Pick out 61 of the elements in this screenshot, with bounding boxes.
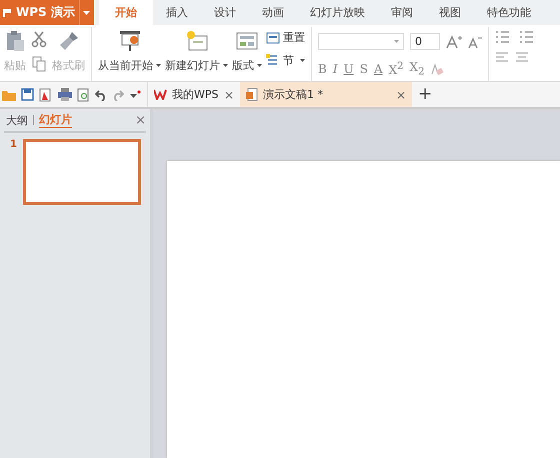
clipboard-icon [5, 30, 25, 52]
menu-tab[interactable]: 特色功能 [474, 0, 544, 25]
clear-format-icon[interactable] [430, 62, 444, 76]
font-name-field[interactable] [318, 33, 404, 50]
align-left-icon[interactable] [495, 51, 509, 63]
close-tab-button[interactable]: × [224, 88, 234, 102]
close-panel-button[interactable]: × [135, 112, 146, 128]
format-button[interactable]: B [318, 62, 327, 76]
layout-icon [235, 30, 259, 52]
save-icon[interactable] [21, 88, 34, 101]
print-icon[interactable] [58, 88, 72, 101]
section-icon [266, 54, 280, 67]
caret-icon [156, 64, 161, 68]
undo-icon[interactable] [95, 88, 107, 100]
format-button[interactable]: A [374, 62, 383, 76]
shrink-font-icon[interactable] [468, 34, 482, 48]
document-tab[interactable]: 我的WPS × [148, 82, 240, 107]
caret-icon [300, 59, 305, 62]
menu-tab[interactable]: 审阅 [378, 0, 426, 25]
menu-tab[interactable]: 设计 [200, 0, 249, 25]
grow-font-icon[interactable] [446, 34, 462, 48]
folder-icon[interactable] [2, 88, 16, 100]
copy-icon[interactable] [31, 56, 47, 72]
slide-command-button[interactable]: 版式 [232, 27, 262, 73]
section-button[interactable]: 节 [266, 53, 305, 68]
print-preview-icon[interactable] [77, 88, 90, 102]
caret-icon [223, 64, 228, 68]
new-slide-icon [184, 30, 208, 52]
slide-number: 1 [10, 139, 17, 152]
slide-thumbnail[interactable] [22, 139, 141, 205]
pdf-icon[interactable] [39, 88, 53, 102]
menu-tab[interactable]: 动画 [248, 0, 297, 25]
format-button[interactable]: S [360, 62, 368, 76]
caret-icon [257, 64, 262, 68]
format-button[interactable]: X$_{2}$ [410, 60, 424, 78]
font-size-field[interactable]: 0 [410, 33, 440, 50]
scissors-icon[interactable] [30, 30, 48, 48]
menu-tab[interactable]: 视图 [426, 0, 474, 25]
caret-icon [394, 40, 399, 43]
new-tab-button[interactable]: + [418, 86, 432, 103]
sidebar-tab[interactable]: 大纲 [6, 112, 28, 128]
menu-tab[interactable]: 幻灯片放映 [296, 0, 378, 25]
customize-icon[interactable] [129, 90, 141, 100]
format-button[interactable]: X$^{2}$ [388, 60, 404, 77]
logo-icon [2, 8, 12, 18]
document-tab[interactable]: 演示文稿1 * × [240, 82, 412, 107]
caret-icon[interactable] [83, 10, 90, 14]
slide-command-button[interactable]: 新建幻灯片 [165, 27, 228, 73]
document-icon [246, 88, 258, 101]
format-button[interactable]: U [344, 62, 354, 76]
redo-icon[interactable] [112, 88, 124, 100]
reset-button[interactable]: 重置 [266, 30, 305, 45]
close-tab-button[interactable]: × [396, 88, 406, 102]
brush-icon [58, 30, 80, 52]
align-center-icon[interactable] [515, 51, 529, 63]
w-logo-icon [154, 89, 167, 100]
menu-tab[interactable]: 插入 [152, 0, 201, 25]
reset-icon [266, 31, 280, 44]
slide-command-button[interactable]: 从当前开始 [98, 27, 161, 73]
projector-icon [118, 30, 142, 52]
format-button[interactable]: I [332, 62, 338, 76]
